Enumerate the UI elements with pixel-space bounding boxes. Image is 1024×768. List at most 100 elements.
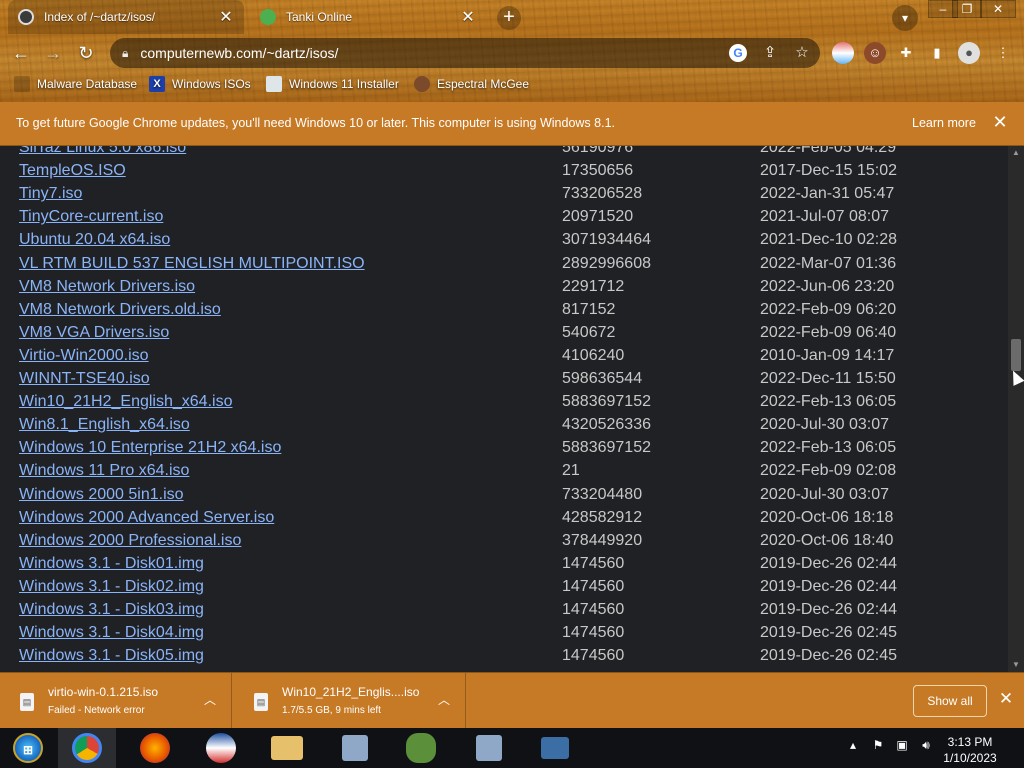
flag-extension-icon[interactable] <box>832 42 854 64</box>
maximize-button[interactable]: ❐ <box>952 0 982 18</box>
close-tab-icon[interactable]: ✕ <box>218 7 234 27</box>
taskbar-firefox[interactable] <box>126 728 184 768</box>
file-link[interactable]: Ubuntu 20.04 x64.iso <box>19 231 170 249</box>
address-bar[interactable]: 🔒︎ computernewb.com/~dartz/isos/ <box>110 38 820 68</box>
file-size: 1474560 <box>562 577 625 595</box>
file-link[interactable]: Windows 3.1 - Disk01.img <box>19 555 204 573</box>
file-link[interactable]: TinyCore-current.iso <box>19 208 163 226</box>
file-row: VM8 Network Drivers.iso 2291712 2022-Jun-0… <box>8 278 1008 301</box>
avatar-extension-icon[interactable]: ☺ <box>864 42 886 64</box>
start-button[interactable]: ⊞ <box>0 728 56 768</box>
close-shelf-icon[interactable]: ✕ <box>996 689 1016 709</box>
download-status: 1.7/5.5 GB, 9 mins left <box>282 705 381 716</box>
close-tab-icon[interactable]: ✕ <box>460 7 476 27</box>
file-link[interactable]: Windows 3.1 - Disk03.img <box>19 601 204 619</box>
file-link[interactable]: VM8 Network Drivers.old.iso <box>19 301 221 319</box>
file-link[interactable]: VL RTM BUILD 537 ENGLISH MULTIPOINT.ISO <box>19 255 365 273</box>
scrollbar-thumb[interactable] <box>1011 339 1021 371</box>
file-size: 4320526336 <box>562 416 651 434</box>
side-panel-icon[interactable]: ▮ <box>926 42 948 64</box>
file-link[interactable]: Windows 3.1 - Disk05.img <box>19 647 204 665</box>
update-infobar: To get future Google Chrome updates, you… <box>0 102 1024 146</box>
back-arrow-icon[interactable]: ← <box>8 40 34 66</box>
file-link[interactable]: Virtio-Win2000.iso <box>19 347 149 365</box>
tab-title: Index of /~dartz/isos/ <box>44 10 156 24</box>
file-date: 2010-Jan-09 14:17 <box>760 346 895 364</box>
file-row: Tiny7.iso 733206528 2022-Jan-31 05:47 <box>8 185 1008 208</box>
show-hidden-icons-chevron-icon[interactable]: ▴ <box>845 738 861 752</box>
google-lens-icon[interactable]: G <box>729 44 747 62</box>
taskbar-chrome[interactable] <box>58 728 116 768</box>
file-row: Windows 3.1 - Disk02.img 1474560 2019-Dec-… <box>8 578 1008 601</box>
learn-more-link[interactable]: Learn more <box>912 116 976 130</box>
bookmark-espectral-mcgee[interactable]: Espectral McGee <box>414 74 529 94</box>
directory-listing: SliTaz Linux 5.0 x86.iso 56190976 2022-Feb… <box>8 146 1008 672</box>
profile-icon[interactable]: ● <box>958 42 980 64</box>
chevron-up-icon[interactable]: ︿ <box>438 691 450 708</box>
menu-kebab-icon[interactable]: ⋮ <box>992 42 1014 64</box>
download-status: Failed - Network error <box>48 705 145 716</box>
file-link[interactable]: Win8.1_English_x64.iso <box>19 416 190 434</box>
address-bar-url[interactable]: computernewb.com/~dartz/isos/ <box>140 45 338 61</box>
tab-index-isos[interactable]: Index of /~dartz/isos/ ✕ <box>8 0 244 34</box>
file-date: 2019-Dec-26 02:45 <box>760 647 897 665</box>
action-center-flag-icon[interactable]: ⚑ <box>870 738 886 752</box>
file-link[interactable]: Tiny7.iso <box>19 185 82 203</box>
extensions-puzzle-icon[interactable]: ✚ <box>895 42 917 64</box>
file-icon: ▤ <box>254 693 268 711</box>
file-row: Ubuntu 20.04 x64.iso 3071934464 2021-Dec-1… <box>8 231 1008 254</box>
taskbar-obama-app[interactable] <box>192 728 250 768</box>
tab-search-chevron-icon[interactable]: ▾ <box>892 5 918 31</box>
taskbar-network-tool[interactable] <box>326 728 384 768</box>
taskbar-file-explorer[interactable] <box>258 728 316 768</box>
file-link[interactable]: Windows 2000 Advanced Server.iso <box>19 509 274 527</box>
file-link[interactable]: TempleOS.ISO <box>19 162 126 180</box>
file-date: 2022-Feb-13 06:05 <box>760 393 897 411</box>
bookmark-malware-database[interactable]: Malware Database <box>14 74 137 94</box>
show-all-button[interactable]: Show all <box>913 685 987 717</box>
file-link[interactable]: Windows 2000 Professional.iso <box>19 532 241 550</box>
computer-icon <box>541 737 569 759</box>
file-link[interactable]: Windows 2000 5in1.iso <box>19 486 184 504</box>
bookmark-windows-11-installer[interactable]: Windows 11 Installer <box>266 74 399 94</box>
file-link[interactable]: Windows 11 Pro x64.iso <box>19 462 189 480</box>
clock-date[interactable]: 1/10/2023 <box>940 751 1000 765</box>
file-row: Win10_21H2_English_x64.iso 5883697152 2022… <box>8 393 1008 416</box>
share-icon[interactable]: ⇪ <box>761 44 779 62</box>
taskbar-users[interactable] <box>392 728 450 768</box>
file-link[interactable]: VM8 Network Drivers.iso <box>19 278 195 296</box>
file-size: 4106240 <box>562 346 625 364</box>
file-row: Windows 3.1 - Disk01.img 1474560 2019-Dec-… <box>8 555 1008 578</box>
taskbar-computer[interactable] <box>526 728 584 768</box>
file-link[interactable]: Windows 3.1 - Disk04.img <box>19 624 204 642</box>
tab-tanki-online[interactable]: Tanki Online ✕ <box>250 0 486 34</box>
file-link[interactable]: VM8 VGA Drivers.iso <box>19 324 169 342</box>
reload-icon[interactable]: ↻ <box>73 40 99 66</box>
network-icon[interactable]: ▣ <box>894 738 910 752</box>
file-link[interactable]: Win10_21H2_English_x64.iso <box>19 393 232 411</box>
file-date: 2022-Jan-31 05:47 <box>760 185 895 203</box>
file-link[interactable]: WINNT-TSE40.iso <box>19 370 150 388</box>
file-link[interactable]: Windows 3.1 - Disk02.img <box>19 578 204 596</box>
file-date: 2021-Dec-10 02:28 <box>760 231 897 249</box>
clock-time[interactable]: 3:13 PM <box>940 735 1000 749</box>
bookmark-windows-isos[interactable]: X Windows ISOs <box>149 74 251 94</box>
volume-icon[interactable]: 🔊︎ <box>918 738 934 753</box>
forward-arrow-icon[interactable]: → <box>40 40 66 66</box>
scroll-down-arrow-icon[interactable]: ▼ <box>1008 658 1024 672</box>
bookmark-label: Windows 11 Installer <box>289 77 399 91</box>
chevron-up-icon[interactable]: ︿ <box>204 691 216 708</box>
scroll-up-arrow-icon[interactable]: ▲ <box>1008 146 1024 160</box>
download-item[interactable]: ▤ virtio-win-0.1.215.iso Failed - Networ… <box>0 673 232 729</box>
file-link[interactable]: Windows 10 Enterprise 21H2 x64.iso <box>19 439 281 457</box>
taskbar-network-tool-2[interactable] <box>460 728 518 768</box>
window-close-button[interactable]: ✕ <box>980 0 1016 18</box>
page-scrollbar[interactable]: ▲ ▼ <box>1008 146 1024 672</box>
file-link[interactable]: SliTaz Linux 5.0 x86.iso <box>19 146 186 157</box>
infobar-close-icon[interactable]: ✕ <box>990 112 1010 133</box>
bookmark-star-icon[interactable]: ☆ <box>793 44 811 62</box>
download-item[interactable]: ▤ Win10_21H2_Englis....iso 1.7/5.5 GB, 9… <box>234 673 466 729</box>
new-tab-button[interactable]: + <box>497 6 521 30</box>
file-size: 1474560 <box>562 554 625 572</box>
lock-icon[interactable]: 🔒︎ <box>122 46 128 61</box>
